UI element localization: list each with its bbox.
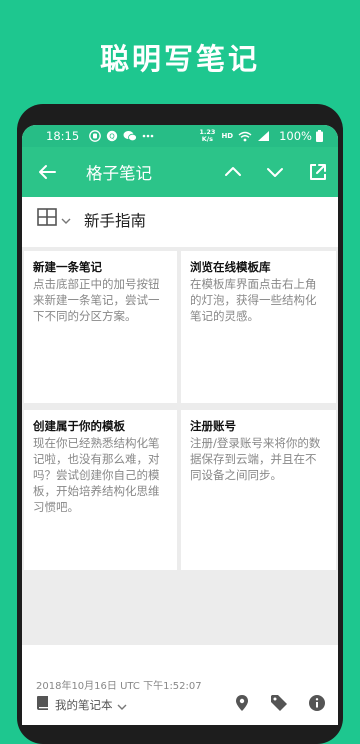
grid-cell[interactable]: 注册账号 注册/登录账号来将你的数据保存到云端，并且在不同设备之间同步。 bbox=[181, 410, 336, 570]
grid-layout-icon bbox=[36, 206, 58, 232]
app-screen: 18:15 Q 1.23 K/s HD 100% 格子笔记 新手指南 新建一条笔… bbox=[22, 125, 338, 725]
layout-picker[interactable] bbox=[36, 205, 71, 233]
status-time: 18:15 bbox=[46, 129, 80, 143]
wifi-icon bbox=[238, 131, 252, 142]
note-grid: 新建一条笔记 点击底部正中的加号按钮来新建一条笔记，尝试一下不同的分区方案。 浏… bbox=[22, 247, 338, 645]
promo-headline: 聪明写笔记 bbox=[99, 42, 260, 76]
app-toolbar: 格子笔记 bbox=[22, 147, 338, 197]
notebook-selector[interactable]: 我的笔记本 bbox=[36, 695, 127, 715]
signal-icon bbox=[257, 130, 270, 142]
more-dots-icon bbox=[142, 134, 154, 138]
status-bar: 18:15 Q 1.23 K/s HD 100% bbox=[22, 125, 338, 147]
chevron-down-icon bbox=[117, 696, 127, 715]
grid-cell[interactable]: 浏览在线模板库 在模板库界面点击右上角的灯泡，获得一些结构化笔记的灵感。 bbox=[181, 251, 336, 403]
notification-shield-icon bbox=[89, 130, 102, 142]
network-speed-unit: K/s bbox=[201, 135, 214, 143]
grid-cell[interactable]: 创建属于你的模板 现在你已经熟悉结构化笔记啦，也没有那么难，对吗？尝试创建你自己… bbox=[24, 410, 177, 570]
open-external-icon[interactable] bbox=[307, 161, 329, 183]
next-note-chevron-down-icon[interactable] bbox=[264, 161, 286, 183]
cell-body: 点击底部正中的加号按钮来新建一条笔记，尝试一下不同的分区方案。 bbox=[33, 277, 160, 323]
tag-icon[interactable] bbox=[270, 694, 288, 712]
cell-heading: 浏览在线模板库 bbox=[190, 260, 271, 274]
cell-body: 在模板库界面点击右上角的灯泡，获得一些结构化笔记的灵感。 bbox=[190, 277, 317, 323]
notebook-icon bbox=[36, 695, 50, 715]
network-speed: 1.23 K/s bbox=[199, 129, 215, 143]
svg-text:Q: Q bbox=[109, 133, 115, 141]
back-arrow-icon[interactable] bbox=[36, 161, 58, 183]
note-timestamp: 2018年10月16日 UTC 下午1:52:07 bbox=[36, 681, 202, 692]
note-page: 新手指南 新建一条笔记 点击底部正中的加号按钮来新建一条笔记，尝试一下不同的分区… bbox=[22, 197, 338, 725]
hd-indicator: HD bbox=[221, 132, 234, 140]
notebook-label: 我的笔记本 bbox=[55, 698, 113, 712]
cell-body: 现在你已经熟悉结构化笔记啦，也没有那么难，对吗？尝试创建你自己的模板，开始培养结… bbox=[33, 436, 160, 514]
cell-heading: 注册账号 bbox=[190, 419, 236, 433]
chevron-down-icon bbox=[61, 210, 71, 229]
cell-heading: 新建一条笔记 bbox=[33, 260, 102, 274]
battery-percent: 100% bbox=[279, 129, 312, 143]
grid-cell[interactable]: 新建一条笔记 点击底部正中的加号按钮来新建一条笔记，尝试一下不同的分区方案。 bbox=[24, 251, 177, 403]
cell-body: 注册/登录账号来将你的数据保存到云端，并且在不同设备之间同步。 bbox=[190, 436, 321, 482]
location-pin-icon[interactable] bbox=[234, 694, 250, 712]
info-icon[interactable] bbox=[308, 694, 326, 712]
previous-note-chevron-up-icon[interactable] bbox=[222, 161, 244, 183]
cell-heading: 创建属于你的模板 bbox=[33, 419, 125, 433]
note-title[interactable]: 新手指南 bbox=[84, 209, 146, 231]
battery-icon bbox=[316, 130, 323, 142]
note-bottom-bar: 我的笔记本 bbox=[36, 694, 326, 716]
wechat-icon bbox=[123, 130, 138, 142]
toolbar-title: 格子笔记 bbox=[86, 164, 152, 183]
notification-q-icon: Q bbox=[106, 130, 118, 142]
